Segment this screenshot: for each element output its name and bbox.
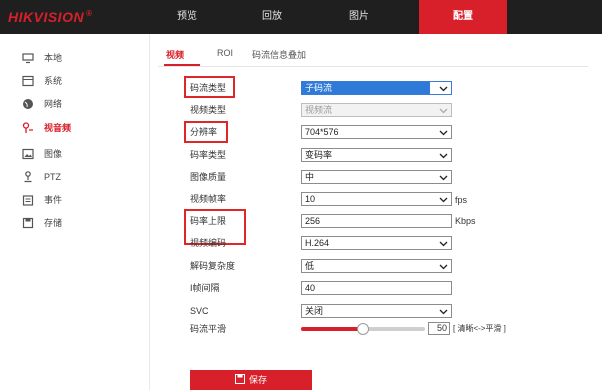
frame-rate-unit: fps: [455, 195, 468, 205]
bitrate-type-select[interactable]: 变码率: [301, 148, 452, 162]
chevron-down-icon: [439, 175, 448, 181]
svc-label: SVC: [190, 306, 209, 316]
monitor-icon: [22, 53, 34, 64]
bitrate-cap-label: 码率上限: [190, 216, 227, 226]
nav-tab-playback[interactable]: 回放: [243, 0, 301, 34]
stream-type-value: 子码流: [302, 82, 430, 94]
video-type-value: 视频流: [305, 105, 333, 115]
sidebar-item-event[interactable]: 事件: [0, 190, 150, 210]
sidebar: 本地 系统 网络 视音频 图像 PTZ 事件 存储: [0, 34, 150, 390]
chevron-down-icon: [439, 309, 448, 315]
ptz-icon: [24, 171, 32, 183]
tab-divider: [158, 66, 588, 67]
video-codec-value: H.264: [305, 238, 330, 248]
audio-video-icon: [22, 122, 33, 133]
frame-rate-value: 10: [305, 194, 316, 204]
tab-roi[interactable]: ROI: [217, 48, 233, 64]
sidebar-item-label: 图像: [44, 149, 63, 159]
bitrate-cap-input[interactable]: 256: [301, 214, 452, 228]
sidebar-item-label: PTZ: [44, 172, 61, 182]
frame-rate-label: 视频帧率: [190, 194, 227, 204]
sidebar-item-label: 事件: [44, 195, 63, 205]
sidebar-item-network[interactable]: 网络: [0, 94, 150, 114]
frame-rate-select[interactable]: 10: [301, 192, 452, 206]
decode-complexity-select[interactable]: 低: [301, 259, 452, 273]
stream-smoothing-hint: [ 清晰<->平滑 ]: [453, 324, 506, 333]
sidebar-item-label: 视音频: [44, 123, 72, 133]
logo-text: HIKVISION: [8, 9, 85, 25]
video-type-select: 视频流: [301, 103, 452, 117]
system-icon: [22, 75, 34, 87]
save-button[interactable]: 保存: [190, 370, 312, 390]
tab-video[interactable]: 视频: [166, 48, 184, 64]
svc-value: 关闭: [305, 306, 324, 316]
tab-stream-info-overlay[interactable]: 码流信息叠加: [252, 48, 306, 64]
chevron-down-icon: [439, 264, 448, 270]
i-frame-interval-input[interactable]: 40: [301, 281, 452, 295]
image-quality-label: 图像质量: [190, 172, 227, 182]
stream-smoothing-label: 码流平滑: [190, 324, 227, 334]
video-type-label: 视频类型: [190, 105, 227, 115]
decode-complexity-value: 低: [305, 261, 315, 271]
bitrate-type-value: 变码率: [305, 150, 333, 160]
storage-icon: [22, 217, 34, 229]
sidebar-item-local[interactable]: 本地: [0, 48, 150, 68]
stream-smoothing-value[interactable]: 50: [428, 322, 450, 335]
decode-complexity-label: 解码复杂度: [190, 261, 236, 271]
nav-tab-configuration[interactable]: 配置: [419, 0, 507, 34]
chevron-down-icon: [439, 86, 448, 92]
video-codec-label: 视频编码: [190, 238, 227, 248]
stream-type-select[interactable]: 子码流: [301, 81, 452, 95]
chevron-down-icon: [439, 153, 448, 159]
sidebar-item-label: 网络: [44, 99, 63, 109]
calendar-icon: [22, 195, 34, 206]
sidebar-item-storage[interactable]: 存储: [0, 213, 150, 233]
chevron-down-icon: [439, 241, 448, 247]
nav-tab-picture[interactable]: 图片: [330, 0, 388, 34]
image-quality-value: 中: [305, 172, 315, 182]
svc-select[interactable]: 关闭: [301, 304, 452, 318]
video-codec-select[interactable]: H.264: [301, 236, 452, 250]
stream-type-label: 码流类型: [190, 83, 227, 93]
save-icon: [234, 374, 245, 384]
slider-thumb[interactable]: [357, 323, 369, 335]
bitrate-type-label: 码率类型: [190, 150, 227, 160]
save-button-label: 保存: [248, 375, 267, 385]
resolution-value: 704*576: [305, 127, 339, 137]
image-icon: [22, 148, 34, 160]
sidebar-item-audio-video[interactable]: 视音频: [0, 118, 150, 138]
nav-tab-preview[interactable]: 预览: [158, 0, 216, 34]
image-quality-select[interactable]: 中: [301, 170, 452, 184]
chevron-down-icon: [439, 130, 448, 136]
sidebar-item-ptz[interactable]: PTZ: [0, 167, 150, 187]
resolution-label: 分辨率: [190, 127, 218, 137]
chevron-down-icon: [439, 197, 448, 203]
registered-mark: ®: [86, 9, 93, 18]
sidebar-item-label: 系统: [44, 76, 63, 86]
resolution-select[interactable]: 704*576: [301, 125, 452, 139]
bitrate-cap-unit: Kbps: [455, 216, 476, 226]
hikvision-logo: HIKVISION ®: [8, 9, 92, 25]
chevron-down-icon: [439, 108, 448, 114]
globe-icon: [23, 99, 33, 109]
sidebar-item-system[interactable]: 系统: [0, 71, 150, 91]
i-frame-interval-label: I帧间隔: [190, 283, 220, 293]
slider-fill: [301, 327, 363, 331]
top-bar: HIKVISION ® 预览 回放 图片 配置: [0, 0, 602, 34]
sidebar-item-label: 存储: [44, 218, 63, 228]
sidebar-item-image[interactable]: 图像: [0, 144, 150, 164]
sidebar-item-label: 本地: [44, 53, 63, 63]
